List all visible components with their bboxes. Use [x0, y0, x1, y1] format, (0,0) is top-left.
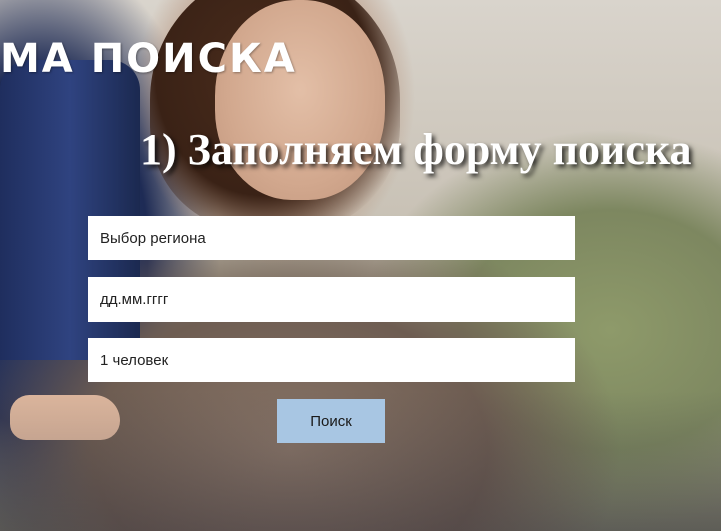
region-select[interactable]: Выбор региона [88, 216, 575, 260]
step-title: 1) Заполняем форму поиска [140, 125, 692, 174]
search-button[interactable]: Поиск [277, 399, 385, 443]
region-select-label: Выбор региона [100, 229, 206, 247]
people-select[interactable]: 1 человек [88, 338, 575, 382]
page-title: МА ПОИСКА [0, 36, 297, 82]
date-input-placeholder: дд.мм.гггг [100, 291, 169, 308]
people-select-value: 1 человек [100, 351, 169, 369]
date-input[interactable]: дд.мм.гггг [88, 277, 575, 322]
